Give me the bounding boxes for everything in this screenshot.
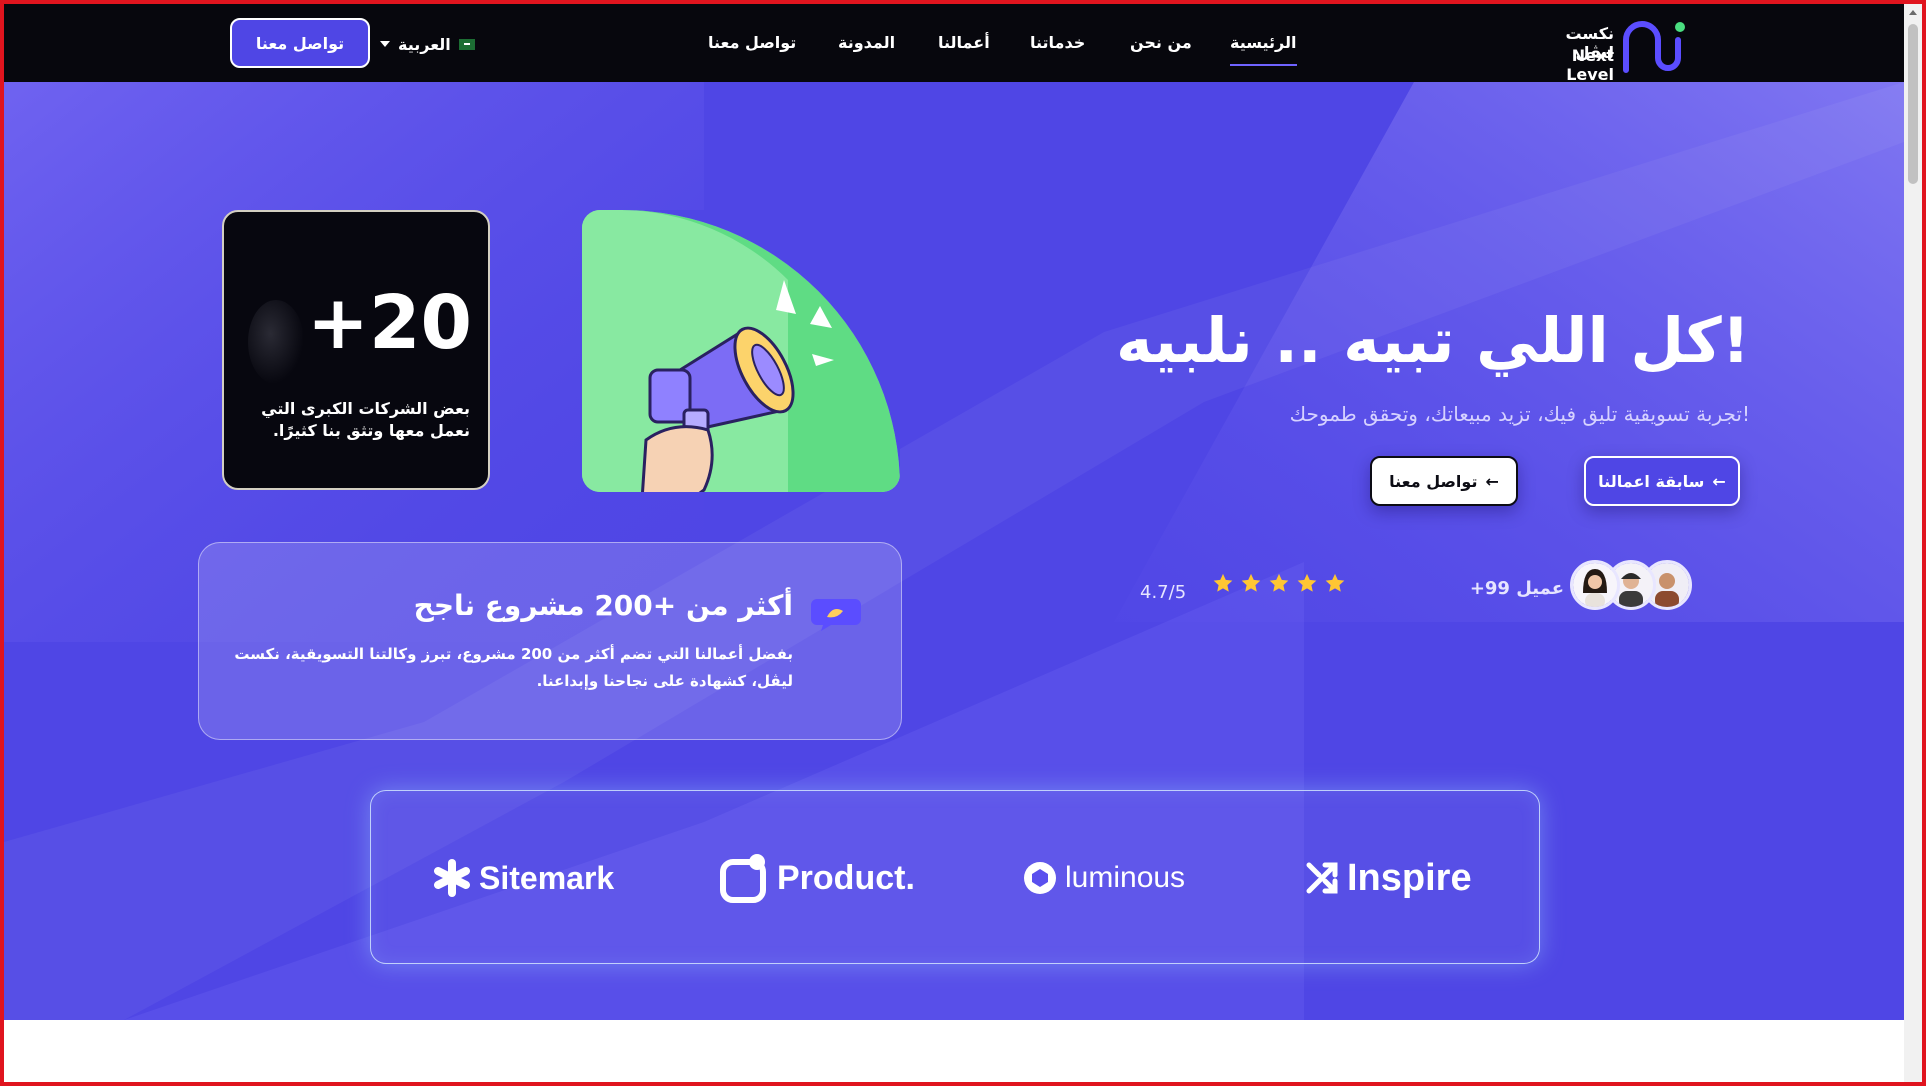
decorative-3d-shape bbox=[248, 300, 304, 384]
rating-stars bbox=[1212, 572, 1346, 594]
brand-inspire: Inspire bbox=[1305, 791, 1472, 965]
chat-bubble-icon bbox=[811, 599, 861, 631]
nav-link-home[interactable]: الرئيسية bbox=[1230, 4, 1297, 82]
shuffle-icon bbox=[1306, 862, 1338, 894]
brand-name: Inspire bbox=[1347, 856, 1472, 899]
nav-link-works[interactable]: أعمالنا bbox=[938, 4, 990, 82]
previous-works-button[interactable]: سابقة اعمالنا ← bbox=[1584, 456, 1740, 506]
previous-works-label: سابقة اعمالنا bbox=[1598, 471, 1705, 491]
hero-contact-label: تواصل معنا bbox=[1389, 471, 1478, 491]
brand-name: Sitemark bbox=[479, 859, 615, 896]
projects-title: أكثر من +200 مشروع ناجح bbox=[413, 589, 793, 622]
logo-mark-icon bbox=[1623, 21, 1685, 73]
partners-count: +20 bbox=[307, 280, 472, 366]
star-icon bbox=[1213, 573, 1233, 592]
logo-text-english: Next Level bbox=[1566, 46, 1614, 84]
nav-link-about[interactable]: من نحن bbox=[1130, 4, 1192, 82]
brand-product: Product. bbox=[719, 791, 915, 965]
megaphone-card bbox=[582, 210, 900, 492]
clients-count: +99 عميل bbox=[1469, 578, 1564, 599]
brand-name: Product. bbox=[777, 858, 915, 897]
asterisk-icon bbox=[434, 859, 470, 897]
star-icon bbox=[1269, 573, 1289, 592]
aperture-icon bbox=[1024, 862, 1056, 894]
brand-sitemark: Sitemark bbox=[433, 791, 614, 965]
rating-value: 4.7/5 bbox=[1140, 582, 1187, 603]
projects-description: بفضل أعمالنا التي تضم أكثر من 200 مشروع،… bbox=[234, 645, 793, 690]
nav-contact-button[interactable]: تواصل معنا bbox=[230, 18, 370, 68]
arrow-left-icon: ← bbox=[1712, 471, 1726, 491]
megaphone-illustration bbox=[582, 210, 900, 492]
arrow-left-icon: ← bbox=[1485, 471, 1499, 491]
chevron-down-icon bbox=[380, 41, 390, 47]
hero-contact-button[interactable]: تواصل معنا ← bbox=[1370, 456, 1518, 506]
star-icon bbox=[1325, 573, 1345, 592]
hero-section: كل اللي تبيه .. نلبيه! تجربة تسويقية تلي… bbox=[4, 82, 1904, 1020]
avatar bbox=[1570, 560, 1620, 610]
nav-link-blog[interactable]: المدونة bbox=[838, 4, 895, 82]
partners-description: بعض الشركات الكبرى التي نعمل معها وتثق ب… bbox=[261, 399, 470, 440]
partner-logos: Sitemark Product. luminous Inspire bbox=[370, 790, 1540, 964]
language-selector[interactable]: العربية bbox=[380, 32, 475, 56]
star-icon bbox=[1297, 573, 1317, 592]
hero-title: كل اللي تبيه .. نلبيه! bbox=[1116, 304, 1750, 377]
rounded-square-icon bbox=[720, 854, 766, 903]
client-avatars bbox=[1566, 560, 1692, 610]
scroll-up-icon[interactable] bbox=[1909, 10, 1917, 15]
brand-luminous: luminous bbox=[1023, 791, 1185, 965]
language-label: العربية bbox=[398, 34, 451, 54]
top-navbar: نكست ليڤل Next Level الرئيسية من نحن خدم… bbox=[4, 4, 1904, 84]
logo[interactable]: نكست ليڤل Next Level bbox=[1528, 18, 1688, 84]
hero-subtitle: تجربة تسويقية تليق فيك، تزيد مبيعاتك، وت… bbox=[1289, 402, 1750, 426]
nav-link-services[interactable]: خدماتنا bbox=[1030, 4, 1085, 82]
scrollbar-thumb[interactable] bbox=[1908, 24, 1918, 184]
flag-icon bbox=[458, 38, 475, 50]
projects-card: أكثر من +200 مشروع ناجح بفضل أعمالنا الت… bbox=[198, 542, 902, 740]
partners-stat-card: +20 بعض الشركات الكبرى التي نعمل معها وت… bbox=[222, 210, 490, 490]
nav-link-contact[interactable]: تواصل معنا bbox=[708, 4, 796, 82]
vertical-scrollbar[interactable] bbox=[1904, 4, 1922, 1082]
star-icon bbox=[1241, 573, 1261, 592]
brand-name: luminous bbox=[1065, 861, 1186, 894]
